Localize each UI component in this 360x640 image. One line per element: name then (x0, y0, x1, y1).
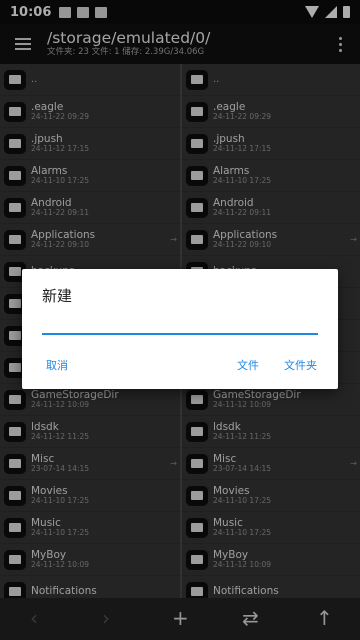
dialog-title: 新建 (42, 287, 73, 305)
name-input[interactable] (42, 315, 318, 335)
new-file-button[interactable]: 文件 (237, 357, 259, 373)
new-item-dialog: 新建 取消 文件 文件夹 (22, 269, 338, 389)
new-folder-button[interactable]: 文件夹 (284, 357, 317, 373)
cancel-button[interactable]: 取消 (46, 357, 68, 373)
